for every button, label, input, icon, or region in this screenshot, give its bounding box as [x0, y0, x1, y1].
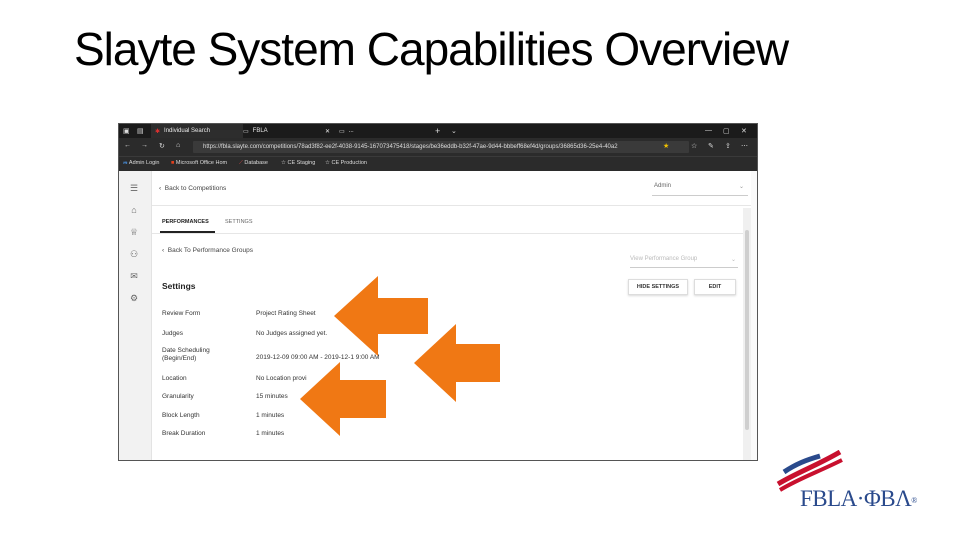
trophy-icon[interactable]: ♕ — [127, 225, 141, 239]
tab-individual-search[interactable]: ✱ Individual Search — [151, 124, 243, 138]
settings-title: Settings — [162, 281, 196, 291]
fav-microsoft-office[interactable]: ■ Microsoft Office Hom — [171, 160, 227, 166]
field-value: 1 minutes — [256, 412, 285, 419]
edit-button[interactable]: EDIT — [694, 279, 736, 295]
pen-icon[interactable]: ✎ — [708, 142, 714, 150]
view-performance-group-select[interactable]: View Performance Group ⌄ — [630, 253, 738, 268]
scrollbar-thumb[interactable] — [745, 230, 749, 430]
favorites-bar: 𝓂 Admin Login ■ Microsoft Office Hom ⟋ D… — [119, 156, 757, 171]
scrollbar[interactable] — [743, 208, 751, 460]
share-icon[interactable]: ⇪ — [725, 142, 731, 150]
new-tab-icon[interactable]: + — [435, 126, 440, 136]
star-icon: ✱ — [155, 128, 161, 135]
refresh-icon[interactable]: ↻ — [159, 142, 165, 150]
back-arrow-icon[interactable]: ← — [124, 142, 131, 149]
field-value: Project Rating Sheet — [256, 310, 316, 317]
chevron-down-icon: ⌄ — [730, 257, 736, 263]
tab-preview-icon[interactable]: ▣ — [123, 127, 130, 135]
field-label: Review Form — [162, 310, 201, 317]
chevron-down-icon[interactable]: ⌄ — [451, 127, 457, 135]
field-label: Judges — [162, 330, 183, 337]
forward-arrow-icon[interactable]: → — [141, 142, 148, 149]
page-icon: ▭ — [339, 128, 345, 135]
address-bar-row: ← → ↻ ⌂ https://fbla.slayte.com/competit… — [119, 138, 757, 156]
browser-screenshot: ▣ ▤ ✱ Individual Search ▭ FBLA ✕ ▭ ... +… — [118, 123, 758, 461]
hide-settings-button[interactable]: HIDE SETTINGS — [628, 279, 688, 295]
url-field[interactable]: https://fbla.slayte.com/competitions/78a… — [193, 141, 689, 153]
tab-label: Individual Search — [164, 128, 211, 134]
chevron-left-icon: ‹ — [159, 185, 162, 192]
close-icon[interactable]: ✕ — [325, 128, 330, 135]
app-sidebar: ☰ ⌂ ♕ ⚇ ✉ ⚙ — [119, 171, 152, 460]
field-label: Location — [162, 375, 187, 382]
home-icon[interactable]: ⌂ — [176, 142, 180, 149]
slide-title: Slayte System Capabilities Overview — [74, 23, 789, 75]
main-content: ‹ Back to Competitions Admin ⌄ PERFORMAN… — [152, 171, 751, 460]
more-icon[interactable]: ⋯ — [741, 142, 748, 150]
minimize-icon[interactable]: — — [705, 127, 712, 134]
tab-label: ... — [348, 128, 354, 134]
top-divider — [152, 205, 751, 206]
tab-set-aside-icon[interactable]: ▤ — [137, 127, 144, 135]
callout-arrow-date-scheduling — [414, 324, 500, 402]
fav-ce-staging[interactable]: ☆ CE Staging — [281, 160, 315, 166]
fbla-logo: FBLA·ΦΒΛ® — [772, 450, 922, 520]
web-page: ☰ ⌂ ♕ ⚇ ✉ ⚙ ‹ Back to Competitions Admin… — [119, 171, 757, 460]
field-label: Granularity — [162, 393, 194, 400]
tab-settings[interactable]: SETTINGS — [225, 219, 253, 225]
star-outline-icon: ☆ — [281, 160, 286, 166]
chevron-left-icon: ‹ — [162, 247, 165, 254]
maximize-icon[interactable]: ▢ — [723, 127, 730, 135]
tabs-divider — [152, 233, 751, 234]
arrow-shape — [300, 362, 386, 436]
tab-label: FBLA — [252, 128, 268, 134]
logo-text: FBLA·ΦΒΛ® — [800, 486, 917, 511]
field-label: Break Duration — [162, 430, 206, 437]
fav-database[interactable]: ⟋ Database — [239, 160, 268, 167]
menu-icon[interactable]: ☰ — [127, 181, 141, 195]
fav-admin-login[interactable]: 𝓂 Admin Login — [123, 160, 159, 167]
browser-tab-bar: ▣ ▤ ✱ Individual Search ▭ FBLA ✕ ▭ ... +… — [119, 124, 757, 138]
back-to-groups-link[interactable]: ‹ Back To Performance Groups — [162, 247, 253, 254]
favorites-icon[interactable]: ☆ — [691, 142, 697, 150]
star-outline-icon: ☆ — [325, 160, 330, 166]
tab-fbla[interactable]: ▭ FBLA ✕ — [243, 124, 335, 138]
field-value: No Judges assigned yet. — [256, 330, 328, 337]
arrow-shape — [414, 324, 500, 402]
tab-third[interactable]: ▭ ... — [339, 124, 429, 138]
home-icon[interactable]: ⌂ — [127, 203, 141, 217]
field-value: 15 minutes — [256, 393, 288, 400]
tab-performances[interactable]: PERFORMANCES — [162, 219, 209, 225]
chevron-down-icon: ⌄ — [738, 184, 744, 190]
gear-icon[interactable]: ⚙ — [127, 291, 141, 305]
admin-select[interactable]: Admin ⌄ — [652, 181, 748, 196]
database-icon: ⟋ — [239, 160, 243, 166]
users-icon[interactable]: ⚇ — [127, 247, 141, 261]
fav-ce-production[interactable]: ☆ CE Production — [325, 160, 367, 166]
field-label: Date Scheduling (Begin/End) — [162, 347, 210, 362]
field-value: No Location provi — [256, 375, 307, 382]
back-to-competitions-link[interactable]: ‹ Back to Competitions — [159, 185, 226, 192]
field-label: Block Length — [162, 412, 200, 419]
admin-login-icon: 𝓂 — [123, 160, 128, 166]
office-icon: ■ — [171, 160, 175, 166]
window-close-icon[interactable]: ✕ — [741, 127, 747, 135]
field-value: 1 minutes — [256, 430, 285, 437]
page-icon: ▭ — [243, 128, 249, 135]
callout-arrow-granularity — [300, 362, 386, 436]
mail-icon[interactable]: ✉ — [127, 269, 141, 283]
favorite-star-icon[interactable]: ★ — [663, 142, 669, 150]
